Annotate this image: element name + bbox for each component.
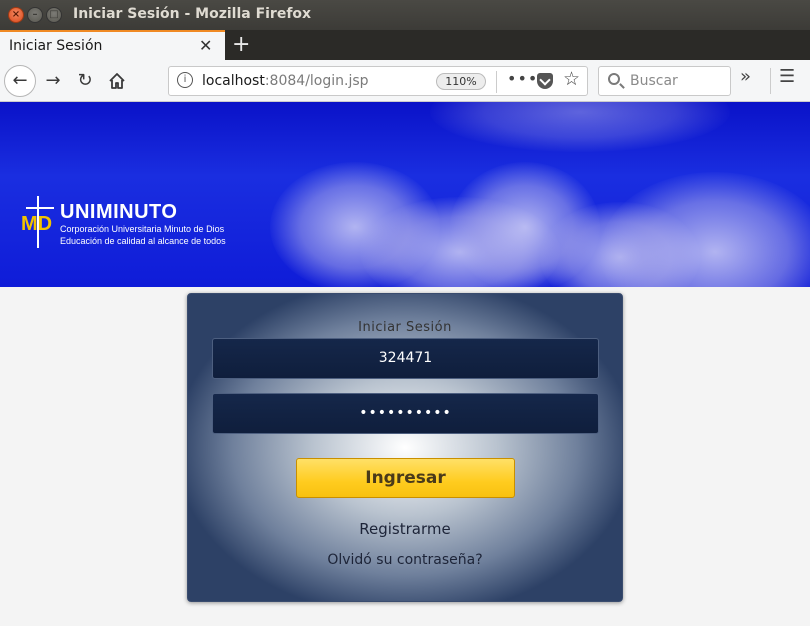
url-text[interactable]: localhost:8084/login.jsp — [202, 73, 369, 89]
cloud-decoration — [430, 102, 730, 152]
tab-label: Iniciar Sesión — [9, 38, 103, 54]
window-title: Iniciar Sesión - Mozilla Firefox — [73, 6, 312, 22]
search-placeholder: Buscar — [630, 73, 678, 89]
logo-tagline: Educación de calidad al alcance de todos — [60, 236, 226, 246]
pocket-icon[interactable] — [537, 73, 553, 89]
home-icon — [109, 73, 125, 89]
toolbar-divider — [770, 68, 771, 94]
reload-button[interactable]: ↻ — [70, 66, 100, 96]
search-bar[interactable]: Buscar — [598, 66, 731, 96]
reload-icon: ↻ — [77, 70, 93, 91]
logo-subtitle: Corporación Universitaria Minuto de Dios — [60, 224, 225, 234]
login-submit-button[interactable]: Ingresar — [296, 458, 515, 498]
bookmark-star-icon[interactable]: ☆ — [563, 68, 580, 90]
forgot-password-link[interactable]: Olvidó su contraseña? — [188, 552, 622, 568]
home-button[interactable] — [102, 66, 132, 96]
logo-name: UNIMINUTO — [60, 201, 178, 223]
window-titlebar: × – □ Iniciar Sesión - Mozilla Firefox — [0, 0, 810, 30]
minimize-icon: – — [32, 9, 38, 20]
back-button[interactable]: ← — [4, 65, 36, 97]
window-minimize-button[interactable]: – — [27, 7, 43, 23]
window-close-button[interactable]: × — [8, 7, 24, 23]
tab-active[interactable]: Iniciar Sesión ✕ — [0, 30, 225, 60]
search-icon — [608, 73, 620, 85]
logo-mark-icon: MD — [21, 196, 54, 248]
tab-strip: Iniciar Sesión ✕ + — [0, 30, 810, 60]
header-banner: MD UNIMINUTO Corporación Universitaria M… — [0, 102, 810, 287]
login-form: Iniciar Sesión 324471 •••••••••• Ingresa… — [187, 293, 623, 602]
logo-mark-text: MD — [21, 213, 52, 235]
url-host: localhost — [202, 73, 265, 89]
hamburger-menu-icon[interactable]: ☰ — [779, 66, 795, 87]
arrow-left-icon: ← — [12, 70, 28, 91]
window-maximize-button[interactable]: □ — [46, 7, 62, 23]
cloud-decoration — [600, 172, 810, 287]
username-input[interactable]: 324471 — [212, 338, 599, 379]
arrow-right-icon: → — [45, 70, 61, 91]
url-separator — [496, 71, 497, 93]
overflow-chevron-icon[interactable]: » — [740, 66, 751, 87]
maximize-icon: □ — [49, 9, 59, 20]
new-tab-button[interactable]: + — [232, 32, 250, 57]
page-actions-icon[interactable]: ••• — [507, 69, 538, 88]
zoom-level-badge[interactable]: 110% — [436, 73, 486, 90]
login-title: Iniciar Sesión — [358, 320, 452, 335]
info-icon[interactable]: i — [177, 72, 193, 88]
url-path: :8084/login.jsp — [264, 73, 369, 89]
url-bar[interactable]: i localhost:8084/login.jsp 110% ••• ☆ — [168, 66, 588, 96]
close-icon: × — [11, 9, 21, 20]
forward-button[interactable]: → — [38, 66, 68, 96]
password-input[interactable]: •••••••••• — [212, 393, 599, 434]
navigation-toolbar: ← → ↻ i localhost:8084/login.jsp 110% ••… — [0, 60, 810, 102]
tab-close-icon[interactable]: ✕ — [199, 36, 212, 55]
register-link[interactable]: Registrarme — [188, 520, 622, 538]
